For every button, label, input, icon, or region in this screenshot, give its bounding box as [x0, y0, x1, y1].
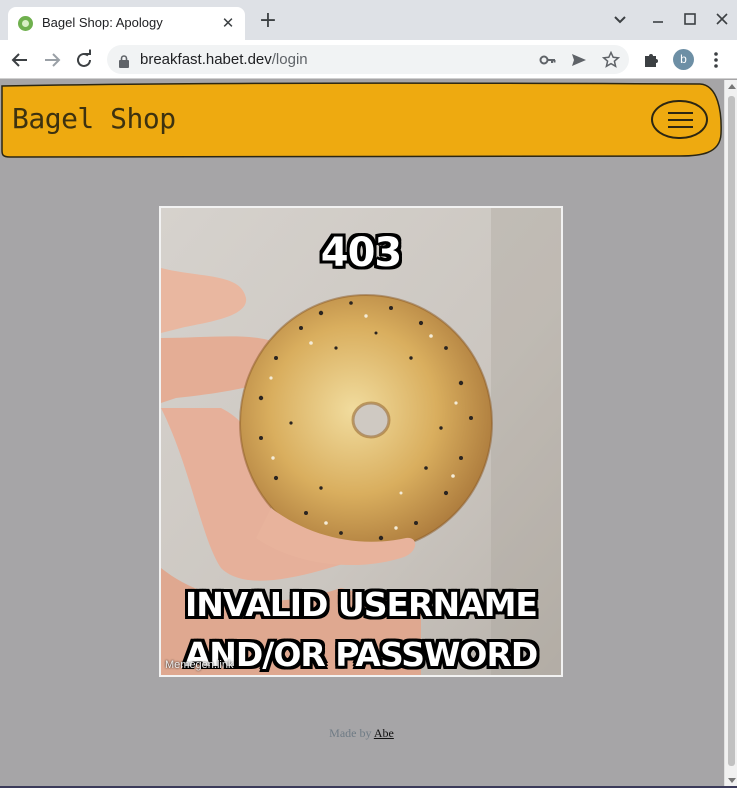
hamburger-line-icon: [668, 112, 693, 114]
site-navbar: Bagel Shop: [0, 82, 723, 158]
page-footer: Made by Abe: [0, 726, 723, 741]
footer-author-link[interactable]: Abe: [374, 726, 394, 740]
url-text[interactable]: breakfast.habet.dev/login: [140, 51, 308, 68]
maximize-icon[interactable]: [679, 8, 701, 30]
profile-avatar[interactable]: b: [673, 49, 694, 70]
tab-active[interactable]: Bagel Shop: Apology ✕: [8, 7, 245, 40]
url-path: /login: [271, 51, 308, 68]
forward-arrow-icon[interactable]: [40, 48, 64, 72]
address-bar[interactable]: breakfast.habet.dev/login: [107, 45, 629, 74]
tab-search-icon[interactable]: [609, 8, 631, 30]
reload-icon[interactable]: [72, 48, 96, 72]
tab-close-icon[interactable]: ✕: [219, 14, 237, 32]
meme-watermark: Memegen.link: [165, 659, 234, 671]
scrollbar-thumb[interactable]: [728, 96, 735, 766]
browser-toolbar: breakfast.habet.dev/login b: [0, 40, 737, 79]
hamburger-line-icon: [668, 126, 693, 128]
footer-text: Made by: [329, 726, 374, 740]
new-tab-button[interactable]: +: [256, 10, 280, 34]
brand-logo[interactable]: Bagel Shop: [12, 102, 176, 135]
lock-icon[interactable]: [119, 53, 129, 68]
scroll-down-arrow-icon[interactable]: [728, 778, 736, 783]
send-icon[interactable]: [570, 51, 588, 69]
vertical-scrollbar[interactable]: [724, 80, 737, 788]
extensions-puzzle-icon[interactable]: [642, 50, 662, 70]
favicon-icon: [18, 16, 33, 31]
menu-toggle-button[interactable]: [651, 100, 708, 139]
menu-dots-icon[interactable]: [706, 50, 726, 70]
tab-title: Bagel Shop: Apology: [42, 15, 163, 30]
close-window-icon[interactable]: [711, 8, 733, 30]
apology-meme-image: 403 INVALID USERNAME AND/OR PASSWORD Mem…: [159, 206, 563, 677]
key-icon[interactable]: [539, 51, 557, 69]
minimize-icon[interactable]: [647, 8, 669, 30]
scroll-up-arrow-icon[interactable]: [728, 84, 736, 89]
tab-strip: Bagel Shop: Apology ✕ +: [0, 0, 737, 40]
back-arrow-icon[interactable]: [8, 48, 32, 72]
hamburger-line-icon: [668, 119, 693, 121]
meme-bottom-line-1: INVALID USERNAME: [185, 585, 538, 624]
page-viewport: Bagel Shop 403 INVALID USERNAME AND/OR P…: [0, 80, 724, 788]
meme-top-text: 403: [320, 230, 403, 276]
bookmark-star-icon[interactable]: [601, 50, 621, 69]
url-host: breakfast.habet.dev: [140, 51, 272, 68]
